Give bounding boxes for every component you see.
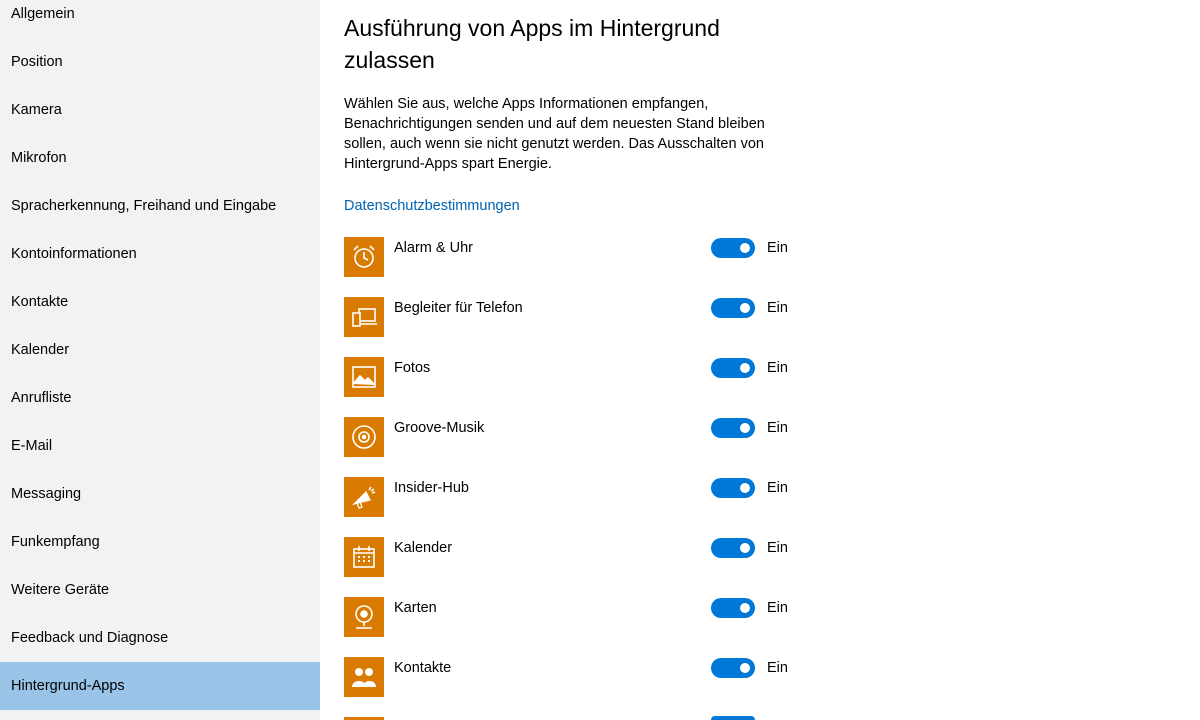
toggle-state: Ein — [767, 540, 788, 556]
groove-music-icon — [344, 417, 384, 457]
app-name: Fotos — [394, 360, 431, 376]
toggle-knob — [740, 483, 750, 493]
sidebar-item-hintergrund-apps[interactable]: Hintergrund-Apps — [0, 662, 320, 710]
toggle-switch-calendar[interactable] — [711, 538, 755, 558]
toggle-state: Ein — [767, 300, 788, 316]
sidebar-item-position[interactable]: Position — [0, 38, 320, 86]
app-name: Insider-Hub — [394, 480, 469, 496]
app-row-alarm: Alarm & Uhr Ein — [344, 237, 804, 277]
sidebar: Allgemein Position Kamera Mikrofon Sprac… — [0, 0, 320, 720]
app-row-phone-companion: Begleiter für Telefon Ein — [344, 297, 804, 337]
people-icon — [344, 657, 384, 697]
toggle-state: Ein — [767, 240, 788, 256]
toggle-switch-photos[interactable] — [711, 358, 755, 378]
sidebar-item-feedback[interactable]: Feedback und Diagnose — [0, 614, 320, 662]
app-name: Begleiter für Telefon — [394, 300, 523, 316]
calendar-icon — [344, 537, 384, 577]
app-name: Karten — [394, 600, 437, 616]
app-row-maps: Karten Ein — [344, 597, 804, 637]
app-name: Groove-Musik — [394, 420, 485, 436]
app-row-people: Kontakte Ein — [344, 657, 804, 697]
sidebar-item-anrufliste[interactable]: Anrufliste — [0, 374, 320, 422]
toggle-knob — [740, 243, 750, 253]
toggle-state: Ein — [767, 480, 788, 496]
page-title: Ausführung von Apps im Hintergrund zulas… — [344, 15, 720, 73]
toggle-switch-partial[interactable] — [711, 716, 755, 720]
toggle-knob — [740, 663, 750, 673]
sidebar-item-kamera[interactable]: Kamera — [0, 86, 320, 134]
toggle-state: Ein — [767, 660, 788, 676]
sidebar-item-kontoinformationen[interactable]: Kontoinformationen — [0, 230, 320, 278]
toggle-knob — [740, 423, 750, 433]
toggle-switch-maps[interactable] — [711, 598, 755, 618]
app-name: Kalender — [394, 540, 453, 556]
sidebar-item-funkempfang[interactable]: Funkempfang — [0, 518, 320, 566]
sidebar-item-allgemein[interactable]: Allgemein — [0, 0, 320, 38]
app-name: Alarm & Uhr — [394, 240, 473, 256]
toggle-state: Ein — [767, 600, 788, 616]
sidebar-item-weitere-geraete[interactable]: Weitere Geräte — [0, 566, 320, 614]
app-row-photos: Fotos Ein — [344, 357, 804, 397]
toggle-switch-people[interactable] — [711, 658, 755, 678]
toggle-state: Ein — [767, 360, 788, 376]
sidebar-item-spracherkennung[interactable]: Spracherkennung, Freihand und Eingabe — [0, 182, 320, 230]
page-description: Wählen Sie aus, welche Apps Informatione… — [344, 96, 765, 172]
toggle-switch-insider-hub[interactable] — [711, 478, 755, 498]
megaphone-icon — [344, 477, 384, 517]
app-row-groove: Groove-Musik Ein — [344, 417, 804, 457]
sidebar-item-kontakte[interactable]: Kontakte — [0, 278, 320, 326]
sidebar-item-mikrofon[interactable]: Mikrofon — [0, 134, 320, 182]
sidebar-item-kalender[interactable]: Kalender — [0, 326, 320, 374]
sidebar-item-messaging[interactable]: Messaging — [0, 470, 320, 518]
app-name: Kontakte — [394, 660, 452, 676]
toggle-switch-phone-companion[interactable] — [711, 298, 755, 318]
toggle-knob — [740, 303, 750, 313]
sidebar-item-email[interactable]: E-Mail — [0, 422, 320, 470]
toggle-switch-alarm[interactable] — [711, 238, 755, 258]
toggle-knob — [740, 603, 750, 613]
app-row-insider-hub: Insider-Hub Ein — [344, 477, 804, 517]
app-row-calendar: Kalender Ein — [344, 537, 804, 577]
toggle-state: Ein — [767, 420, 788, 436]
toggle-switch-groove[interactable] — [711, 418, 755, 438]
photos-icon — [344, 357, 384, 397]
phone-companion-icon — [344, 297, 384, 337]
main-content: Ausführung von Apps im Hintergrund zulas… — [344, 0, 1200, 720]
toggle-knob — [740, 363, 750, 373]
maps-icon — [344, 597, 384, 637]
toggle-knob — [740, 543, 750, 553]
alarm-clock-icon — [344, 237, 384, 277]
privacy-link[interactable]: Datenschutzbestimmungen — [344, 198, 520, 214]
